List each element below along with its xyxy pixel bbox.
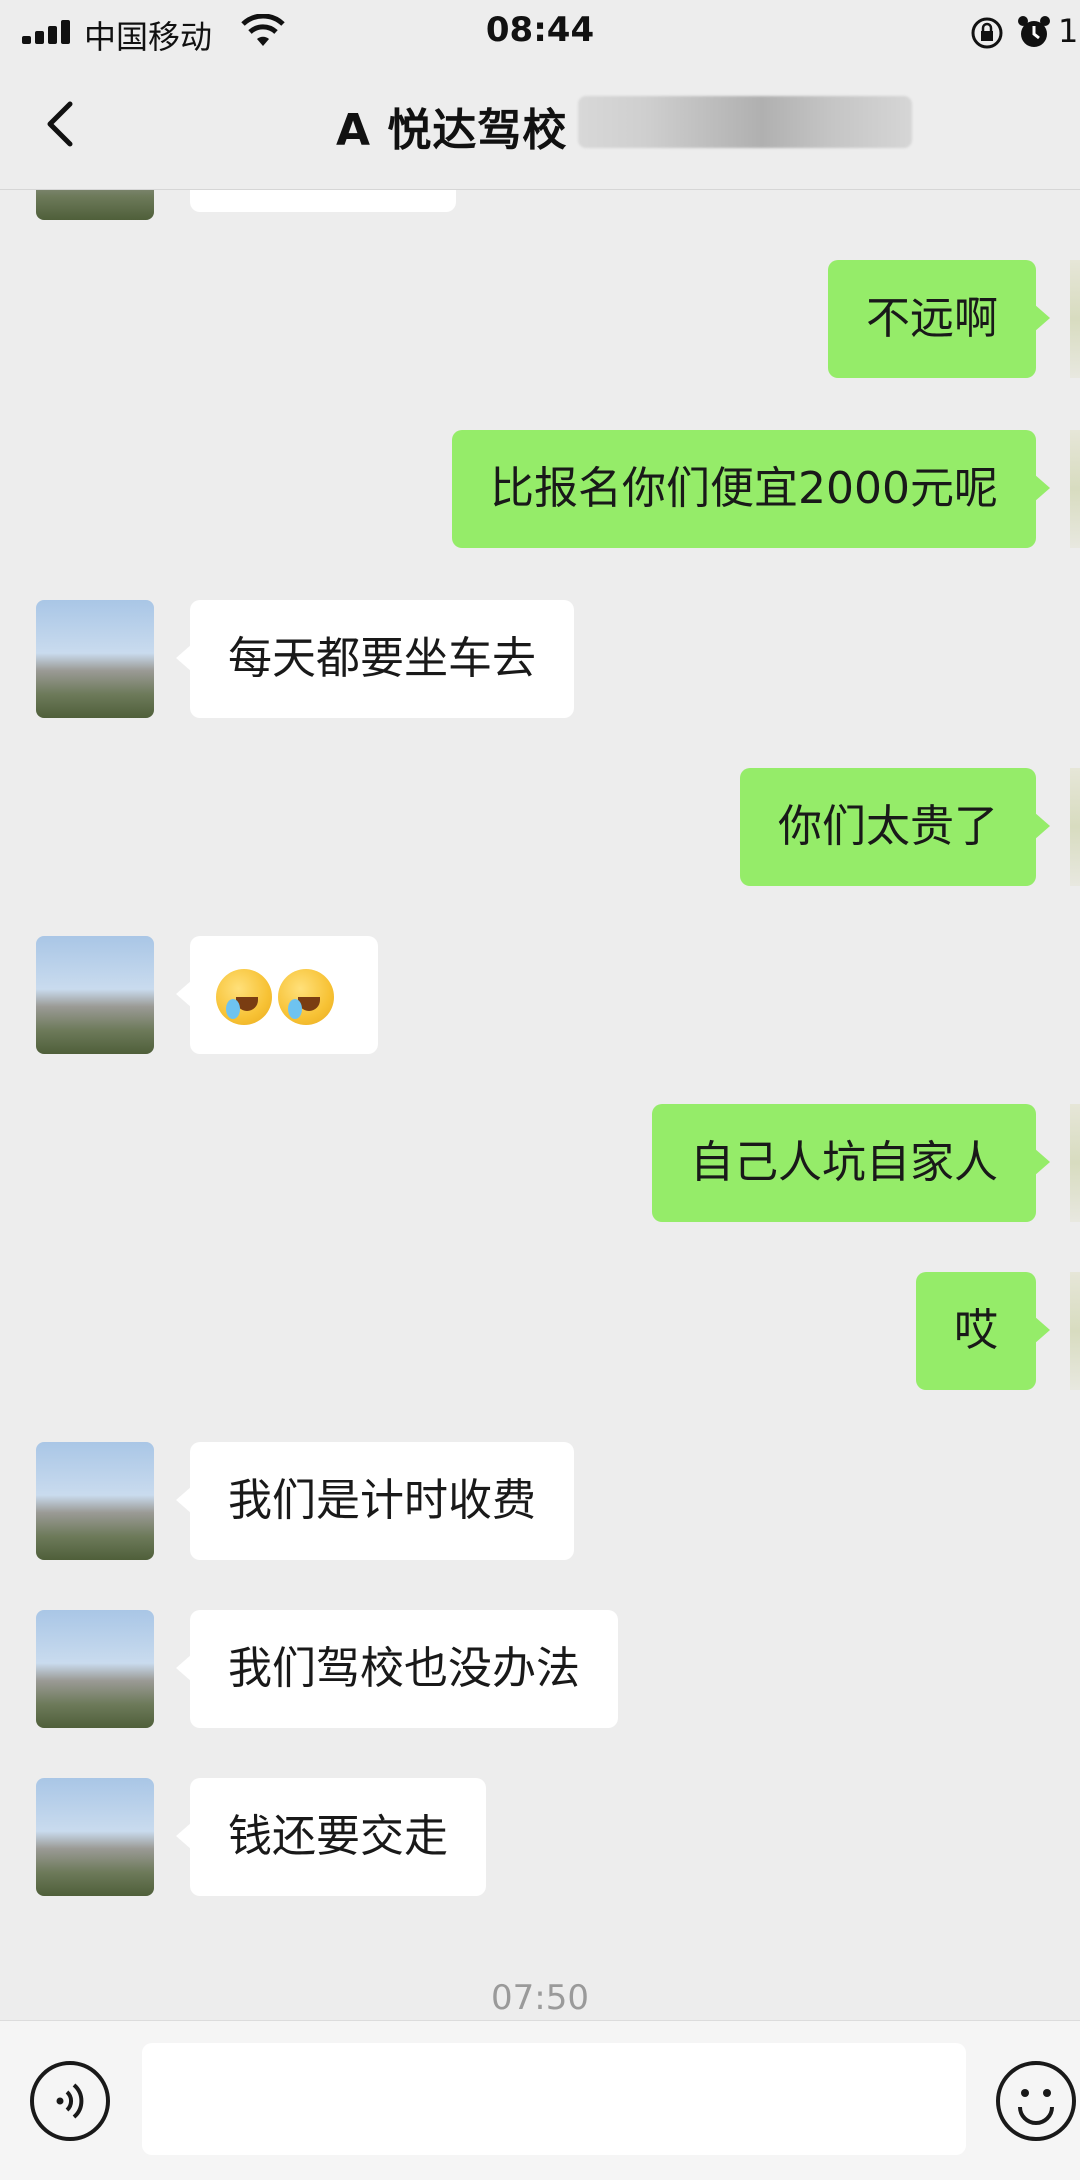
contact-avatar[interactable] — [36, 936, 154, 1054]
message-input[interactable] — [142, 2043, 966, 2155]
smiley-icon — [1018, 2089, 1054, 2125]
message-bubble[interactable]: 每天都要坐车去 — [176, 600, 574, 718]
message-bubble[interactable]: 我们是计时收费 — [176, 1442, 574, 1560]
message-bubble[interactable]: 比报名你们便宜2000元呢 — [452, 430, 1050, 548]
message-bubble[interactable]: 你们太贵了 — [740, 768, 1050, 886]
battery-level: 10 — [1058, 12, 1080, 50]
emoji-message-bubble[interactable] — [176, 936, 378, 1054]
message-bubble[interactable]: 哎 — [916, 1272, 1050, 1390]
redacted-name — [578, 96, 912, 148]
status-time: 08:44 — [485, 10, 595, 50]
self-avatar[interactable] — [1070, 1104, 1080, 1222]
back-icon[interactable] — [36, 92, 88, 156]
message-bubble[interactable]: 自己人坑自家人 — [652, 1104, 1050, 1222]
emoji-button[interactable] — [996, 2061, 1076, 2141]
nav-bar: A 悦达驾校 — [0, 62, 1080, 190]
message-bubble[interactable]: 钱还要交走 — [176, 1778, 486, 1896]
self-avatar[interactable] — [1070, 260, 1080, 378]
self-avatar[interactable] — [1070, 768, 1080, 886]
voice-icon — [56, 2083, 84, 2119]
rotation-lock-icon — [971, 17, 1003, 49]
contact-avatar[interactable] — [36, 600, 154, 718]
crying-emoji-icon — [278, 969, 334, 1025]
message-bubble[interactable]: 我们驾校也没办法 — [176, 1610, 618, 1728]
message-bubble[interactable] — [190, 190, 456, 212]
contact-avatar[interactable] — [36, 1778, 154, 1896]
contact-avatar[interactable] — [36, 190, 154, 220]
alarm-icon — [1018, 16, 1050, 47]
contact-avatar[interactable] — [36, 1442, 154, 1560]
status-bar: 中国移动 08:44 10 — [0, 0, 1080, 62]
time-divider: 07:50 — [491, 1978, 589, 2018]
input-bar — [0, 2020, 1080, 2180]
message-bubble[interactable]: 不远啊 — [828, 260, 1050, 378]
voice-input-button[interactable] — [30, 2061, 110, 2141]
chat-area[interactable]: 不远啊 比报名你们便宜2000元呢 每天都要坐车去 你们太贵了 自己人坑自家人 … — [0, 190, 1080, 2020]
self-avatar[interactable] — [1070, 1272, 1080, 1390]
self-avatar[interactable] — [1070, 430, 1080, 548]
crying-emoji-icon — [216, 969, 272, 1025]
chat-title: A 悦达驾校 — [336, 105, 568, 156]
contact-avatar[interactable] — [36, 1610, 154, 1728]
